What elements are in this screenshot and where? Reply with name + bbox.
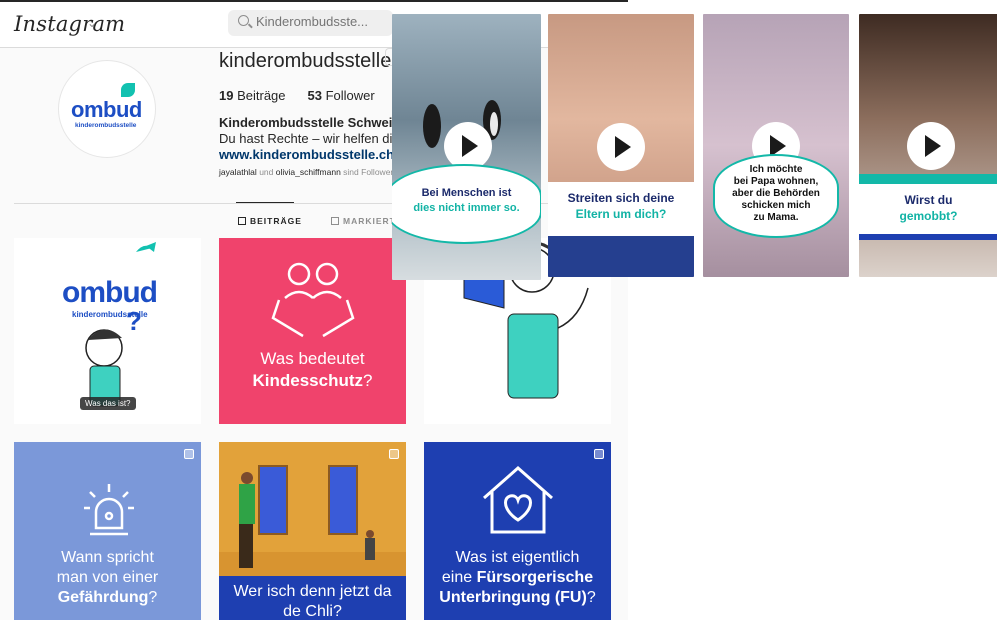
tile-6-suffix: ?: [586, 589, 596, 606]
reel-1-line2: dies nicht immer so.: [413, 202, 520, 214]
reel-3-line2: bei Papa wohnen,: [733, 176, 819, 187]
tile-6-line1: Was ist eigentlich: [455, 549, 580, 566]
reel-2-footer: [548, 236, 694, 277]
followers-count: 53: [307, 88, 322, 103]
reel-icon: [389, 449, 399, 459]
avatar-subtitle: kinderombudsstelle: [75, 122, 137, 129]
profile-stats: 19 Beiträge 53 Follower 25: [219, 88, 411, 103]
reel-card-1[interactable]: Bei Menschen ist dies nicht immer so.: [392, 14, 541, 280]
reel-4-line1: Wirst du: [904, 193, 953, 207]
carousel-icon: [594, 449, 604, 459]
reel-4-teal-strip: [859, 174, 997, 184]
followed-by-and: und: [259, 167, 274, 177]
tile-4-line1: Wann spricht: [61, 549, 154, 566]
follower-name-2[interactable]: olivia_schiffmann: [276, 167, 341, 177]
siren-icon: [84, 484, 134, 536]
tile-6-line2b: Fürsorgerische: [476, 569, 594, 586]
profile-username: kinderombudsstelle: [219, 50, 392, 72]
instagram-logo[interactable]: Instagram: [14, 12, 125, 36]
stat-followers[interactable]: 53 Follower: [308, 88, 375, 103]
reel-4-blue-strip: [859, 234, 997, 240]
reel-3-text: Ich möchte bei Papa wohnen, aber die Beh…: [703, 164, 849, 224]
reel-4-panel: Wirst du gemobbt?: [859, 184, 997, 234]
tile-wordmark-sub: kinderombudsstelle: [72, 310, 148, 319]
tab-tagged[interactable]: MARKIERT: [331, 216, 396, 226]
tile-5-line1: Wer isch denn jetzt da: [233, 583, 392, 600]
tab-tagged-label: MARKIERT: [343, 216, 396, 226]
play-button[interactable]: [444, 122, 492, 170]
tag-icon: [331, 217, 339, 225]
tile-caption-badge: Was das ist?: [80, 397, 136, 410]
carousel-icon: [184, 449, 194, 459]
tile-4-line2: man von einer: [56, 569, 159, 586]
top-divider: [0, 0, 628, 2]
reel-4-line2: gemobbt?: [899, 209, 958, 223]
post-tile-4[interactable]: Wann spricht man von einer Gefährdung?: [14, 442, 201, 620]
tile-wordmark: ombud: [62, 276, 158, 309]
reel-3-line5: zu Mama.: [753, 212, 799, 223]
post-tile-6[interactable]: Was ist eigentlich eine Fürsorgerische U…: [424, 442, 611, 620]
play-button[interactable]: [907, 122, 955, 170]
posts-count: 19: [219, 88, 234, 103]
reel-3-line1: Ich möchte: [749, 164, 803, 175]
post-tile-2[interactable]: Was bedeutet Kindesschutz?: [219, 238, 406, 424]
tile-4-suffix: ?: [148, 589, 158, 606]
reel-1-line1: Bei Menschen ist: [421, 187, 512, 199]
follower-name-1[interactable]: jayalathlal: [219, 167, 257, 177]
tile-5-text: Wer isch denn jetzt da de Chli?: [219, 582, 406, 622]
search-input[interactable]: [256, 14, 386, 29]
post-tile-1[interactable]: ? ombud kinderombudsstelle Was das ist?: [14, 238, 201, 424]
reel-3-line3: aber die Behörden: [732, 188, 820, 199]
post-tile-5[interactable]: Wer isch denn jetzt da de Chli?: [219, 442, 406, 620]
tile-2-line2: Kindesschutz: [252, 371, 364, 390]
tile-4-text: Wann spricht man von einer Gefährdung?: [14, 548, 201, 608]
tile-2-suffix: ?: [363, 371, 373, 390]
play-button[interactable]: [597, 123, 645, 171]
sprout-icon: [121, 83, 135, 97]
tile-2-line1: Was bedeutet: [260, 349, 365, 368]
tab-posts-label: BEITRÄGE: [250, 216, 302, 226]
followed-by[interactable]: jayalathlal und olivia_schiffmann sind F…: [219, 167, 393, 177]
reel-2-panel: Streiten sich deine Eltern um dich?: [548, 182, 694, 238]
posts-label: Beiträge: [237, 88, 286, 103]
profile-link[interactable]: www.kinderombudsstelle.ch: [219, 147, 394, 162]
tab-posts[interactable]: BEITRÄGE: [238, 216, 302, 226]
reel-1-text: Bei Menschen ist dies nicht immer so.: [392, 186, 541, 216]
house-heart-icon: [483, 465, 553, 534]
tile-6-line2a: eine: [441, 569, 477, 586]
avatar-wordmark: ombud: [71, 97, 142, 122]
search-box[interactable]: [228, 10, 393, 36]
profile-fullname: Kinderombudsstelle Schweiz: [219, 115, 399, 130]
stat-posts: 19 Beiträge: [219, 88, 286, 103]
followed-by-suffix: sind Follower: [343, 167, 394, 177]
reel-3-line4: schicken mich: [741, 200, 811, 211]
reel-card-4[interactable]: Wirst du gemobbt?: [859, 14, 997, 277]
reel-2-line2: Eltern um dich?: [575, 207, 667, 221]
search-icon: [238, 15, 249, 26]
reel-card-2[interactable]: Streiten sich deine Eltern um dich?: [548, 14, 694, 277]
tile-6-text: Was ist eigentlich eine Fürsorgerische U…: [424, 548, 611, 608]
active-tab-indicator: [236, 202, 294, 203]
tile-6-line3: Unterbringung (FU): [439, 589, 587, 606]
chevron-down-icon[interactable]: ⌄: [87, 16, 97, 30]
tile-4-line3: Gefährdung: [57, 589, 149, 606]
followers-label: Follower: [325, 88, 375, 103]
reel-2-line1: Streiten sich deine: [567, 191, 675, 205]
hands-children-icon: [271, 262, 355, 338]
reel-card-3[interactable]: Ich möchte bei Papa wohnen, aber die Beh…: [703, 14, 849, 277]
tile-5-line2: de Chli?: [283, 603, 342, 620]
avatar[interactable]: ombud kinderombudsstelle: [58, 60, 156, 158]
grid-icon: [238, 217, 246, 225]
tile-2-text: Was bedeutet Kindesschutz?: [219, 348, 406, 392]
